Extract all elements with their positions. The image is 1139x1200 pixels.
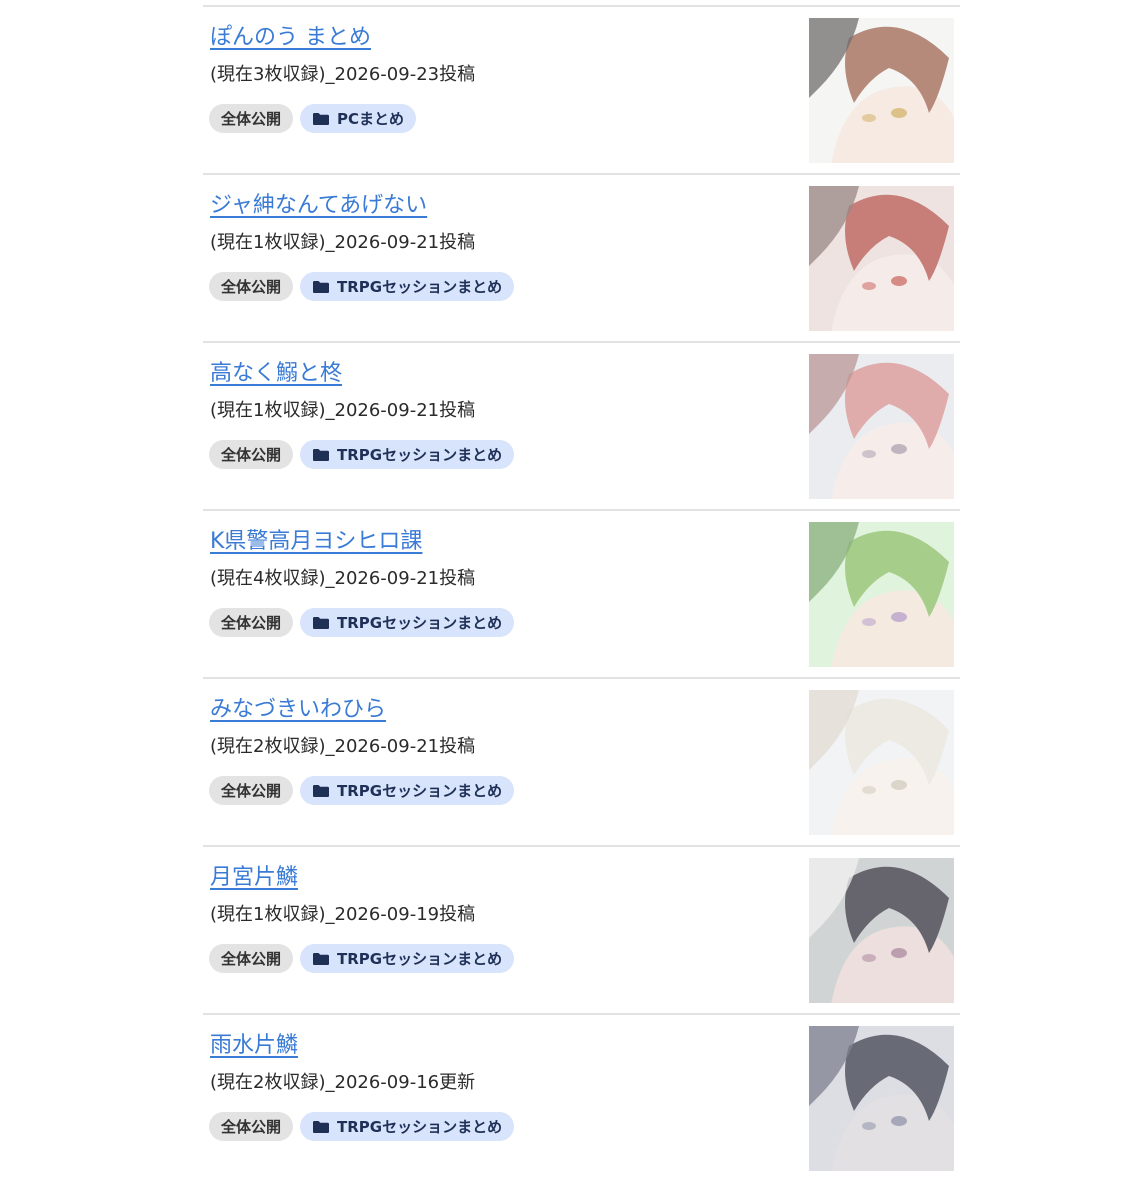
work-title-link[interactable]: 雨水片鱗 bbox=[210, 1031, 298, 1061]
thumbnail-illustration bbox=[809, 186, 954, 331]
folder-tag[interactable]: TRPGセッションまとめ bbox=[300, 944, 515, 973]
tag-row: 全体公開 PCまとめ bbox=[209, 104, 417, 133]
work-meta: (現在1枚収録)_2026-09-21投稿 bbox=[210, 232, 476, 253]
work-meta: (現在4枚収録)_2026-09-21投稿 bbox=[210, 568, 476, 589]
folder-tag[interactable]: TRPGセッションまとめ bbox=[300, 272, 515, 301]
folder-icon bbox=[313, 952, 330, 965]
work-meta: (現在1枚収録)_2026-09-19投稿 bbox=[210, 904, 476, 925]
folder-icon bbox=[313, 1120, 330, 1133]
list-item: みなづきいわひら (現在2枚収録)_2026-09-21投稿 全体公開 TRPG… bbox=[203, 677, 960, 845]
work-title-link[interactable]: K県警高月ヨシヒロ課 bbox=[210, 527, 422, 557]
thumbnail-illustration bbox=[809, 354, 954, 499]
folder-tag-label: TRPGセッションまとめ bbox=[337, 950, 503, 968]
folder-tag-label: TRPGセッションまとめ bbox=[337, 278, 503, 296]
thumbnail-image[interactable] bbox=[809, 858, 954, 1003]
tag-row: 全体公開 TRPGセッションまとめ bbox=[209, 272, 515, 301]
list-item: ジャ紳なんてあげない (現在1枚収録)_2026-09-21投稿 全体公開 TR… bbox=[203, 173, 960, 341]
work-meta: (現在2枚収録)_2026-09-21投稿 bbox=[210, 736, 476, 757]
work-title-link[interactable]: 月宮片鱗 bbox=[210, 863, 298, 893]
tag-row: 全体公開 TRPGセッションまとめ bbox=[209, 1112, 515, 1141]
visibility-badge: 全体公開 bbox=[209, 776, 294, 805]
tag-row: 全体公開 TRPGセッションまとめ bbox=[209, 608, 515, 637]
list-item: ぽんのう まとめ (現在3枚収録)_2026-09-23投稿 全体公開 PCまと… bbox=[203, 5, 960, 173]
work-title-link[interactable]: ジャ紳なんてあげない bbox=[210, 191, 427, 221]
thumbnail-image[interactable] bbox=[809, 522, 954, 667]
folder-tag[interactable]: PCまとめ bbox=[300, 104, 417, 133]
work-meta: (現在3枚収録)_2026-09-23投稿 bbox=[210, 64, 476, 85]
folder-tag-label: TRPGセッションまとめ bbox=[337, 1118, 503, 1136]
folder-tag[interactable]: TRPGセッションまとめ bbox=[300, 1112, 515, 1141]
visibility-badge: 全体公開 bbox=[209, 944, 294, 973]
folder-tag-label: TRPGセッションまとめ bbox=[337, 446, 503, 464]
thumbnail-image[interactable] bbox=[809, 18, 954, 163]
tag-row: 全体公開 TRPGセッションまとめ bbox=[209, 944, 515, 973]
work-title-link[interactable]: みなづきいわひら bbox=[210, 695, 386, 725]
work-list: ぽんのう まとめ (現在3枚収録)_2026-09-23投稿 全体公開 PCまと… bbox=[203, 5, 960, 1181]
work-meta: (現在2枚収録)_2026-09-16更新 bbox=[210, 1072, 476, 1093]
list-item: 月宮片鱗 (現在1枚収録)_2026-09-19投稿 全体公開 TRPGセッショ… bbox=[203, 845, 960, 1013]
thumbnail-illustration bbox=[809, 18, 954, 163]
folder-tag-label: TRPGセッションまとめ bbox=[337, 614, 503, 632]
tag-row: 全体公開 TRPGセッションまとめ bbox=[209, 440, 515, 469]
visibility-badge: 全体公開 bbox=[209, 272, 294, 301]
thumbnail-image[interactable] bbox=[809, 1026, 954, 1171]
folder-icon bbox=[313, 280, 330, 293]
visibility-badge: 全体公開 bbox=[209, 440, 294, 469]
work-title-link[interactable]: 高なく鰯と柊 bbox=[210, 359, 342, 389]
thumbnail-illustration bbox=[809, 522, 954, 667]
folder-tag[interactable]: TRPGセッションまとめ bbox=[300, 440, 515, 469]
thumbnail-illustration bbox=[809, 858, 954, 1003]
visibility-badge: 全体公開 bbox=[209, 608, 294, 637]
folder-icon bbox=[313, 112, 330, 125]
list-item: 雨水片鱗 (現在2枚収録)_2026-09-16更新 全体公開 TRPGセッショ… bbox=[203, 1013, 960, 1181]
folder-icon bbox=[313, 448, 330, 461]
folder-icon bbox=[313, 784, 330, 797]
visibility-badge: 全体公開 bbox=[209, 1112, 294, 1141]
folder-tag[interactable]: TRPGセッションまとめ bbox=[300, 608, 515, 637]
tag-row: 全体公開 TRPGセッションまとめ bbox=[209, 776, 515, 805]
list-item: K県警高月ヨシヒロ課 (現在4枚収録)_2026-09-21投稿 全体公開 TR… bbox=[203, 509, 960, 677]
thumbnail-image[interactable] bbox=[809, 690, 954, 835]
folder-tag-label: TRPGセッションまとめ bbox=[337, 782, 503, 800]
folder-tag[interactable]: TRPGセッションまとめ bbox=[300, 776, 515, 805]
list-item: 高なく鰯と柊 (現在1枚収録)_2026-09-21投稿 全体公開 TRPGセッ… bbox=[203, 341, 960, 509]
work-title-link[interactable]: ぽんのう まとめ bbox=[210, 23, 371, 53]
folder-tag-label: PCまとめ bbox=[337, 110, 405, 128]
work-meta: (現在1枚収録)_2026-09-21投稿 bbox=[210, 400, 476, 421]
thumbnail-image[interactable] bbox=[809, 354, 954, 499]
thumbnail-illustration bbox=[809, 1026, 954, 1171]
visibility-badge: 全体公開 bbox=[209, 104, 294, 133]
thumbnail-image[interactable] bbox=[809, 186, 954, 331]
folder-icon bbox=[313, 616, 330, 629]
thumbnail-illustration bbox=[809, 690, 954, 835]
